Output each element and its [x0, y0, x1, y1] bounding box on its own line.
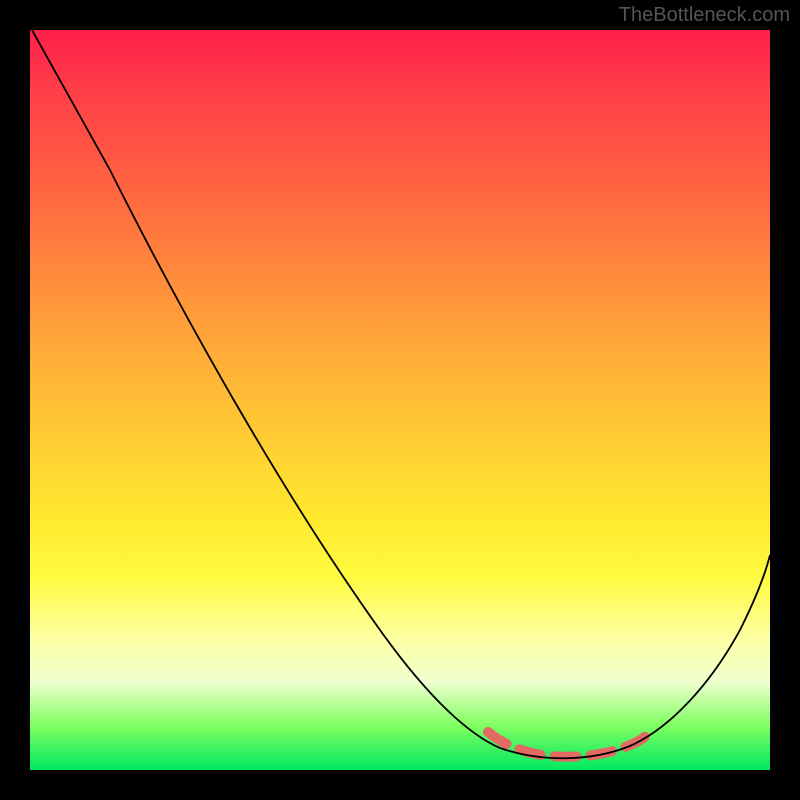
watermark-text: TheBottleneck.com — [619, 4, 790, 27]
optimal-valley-highlight — [488, 732, 648, 757]
chart-svg — [30, 30, 770, 770]
chart-plot-area — [30, 30, 770, 770]
bottleneck-curve — [32, 30, 770, 758]
